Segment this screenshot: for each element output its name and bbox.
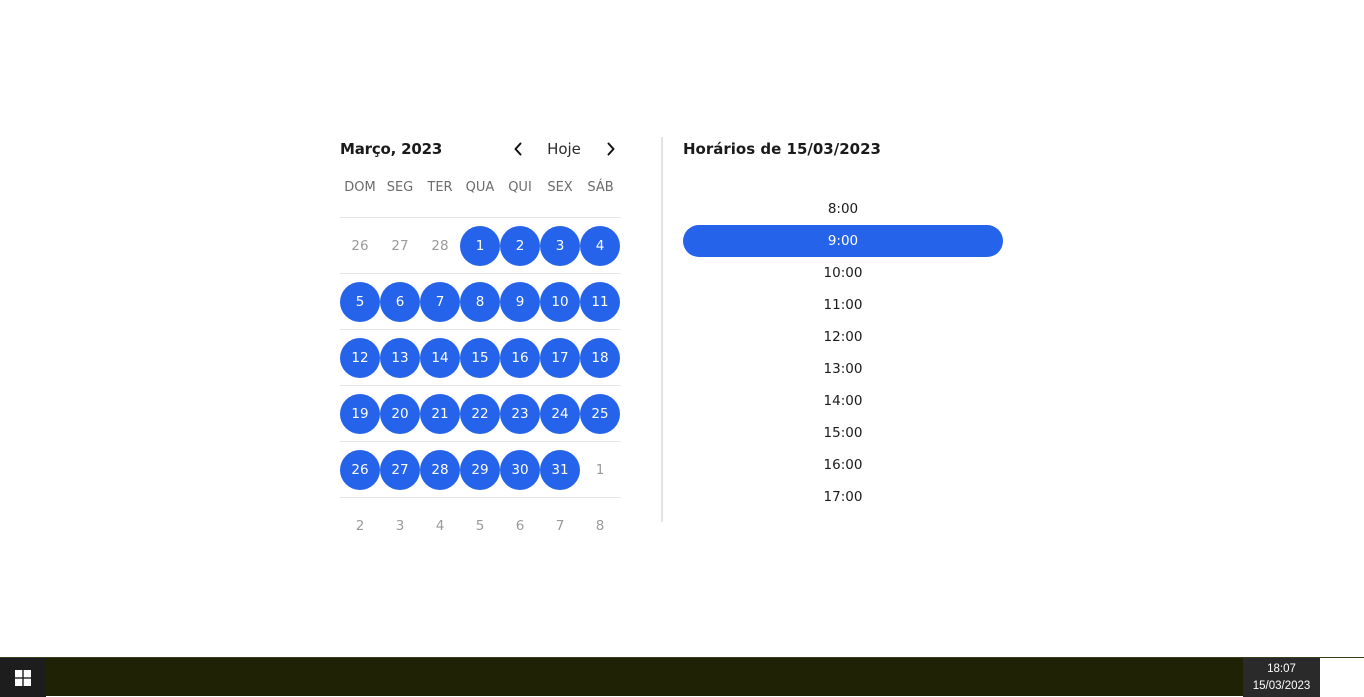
calendar-day-available[interactable]: 25 (580, 393, 620, 434)
weekday-label: QUA (465, 180, 495, 195)
calendar-day-outside: 6 (515, 518, 525, 534)
calendar-day-available[interactable]: 21 (420, 393, 460, 434)
taskbar: 18:07 15/03/2023 (0, 657, 1364, 697)
calendar-day-outside: 26 (351, 237, 369, 254)
time-slot[interactable]: 10:00 (683, 257, 1003, 289)
calendar-week-row: 5 6 7 8 9 10 11 (340, 274, 621, 330)
calendar-day-outside: 1 (595, 461, 605, 478)
chevron-right-icon (607, 142, 615, 156)
calendar-header: Março, 2023 Hoje (340, 130, 621, 170)
calendar-day-available[interactable]: 9 (500, 281, 540, 322)
clock-date: 15/03/2023 (1252, 680, 1311, 692)
start-button[interactable] (0, 658, 46, 697)
calendar-day-available[interactable]: 15 (460, 337, 500, 378)
calendar-day-available[interactable]: 11 (580, 281, 620, 322)
calendar-day-available[interactable]: 6 (380, 281, 420, 322)
calendar-day-available[interactable]: 7 (420, 281, 460, 322)
next-month-button[interactable] (601, 138, 621, 160)
month-title: Março, 2023 (340, 140, 443, 158)
calendar-day-outside: 2 (355, 518, 365, 534)
calendar-day-outside: 27 (391, 237, 409, 254)
calendar-day-available[interactable]: 19 (340, 393, 380, 434)
calendar-day-outside: 8 (595, 518, 605, 534)
taskbar-clock[interactable]: 18:07 15/03/2023 (1243, 658, 1320, 697)
calendar-day-outside: 28 (431, 237, 449, 254)
weekday-label: SEG (386, 180, 414, 195)
calendar-day-available[interactable]: 18 (580, 337, 620, 378)
calendar-day-available[interactable]: 29 (460, 449, 500, 490)
time-slot[interactable]: 17:00 (683, 481, 1003, 513)
weekday-label: DOM (344, 180, 376, 195)
show-desktop-area[interactable] (1320, 658, 1364, 697)
windows-logo-icon (15, 669, 31, 686)
time-slot[interactable]: 14:00 (683, 385, 1003, 417)
calendar-day-available[interactable]: 28 (420, 449, 460, 490)
calendar-day-outside: 3 (395, 518, 405, 534)
calendar-day-available[interactable]: 16 (500, 337, 540, 378)
calendar-day-available[interactable]: 3 (540, 225, 580, 266)
calendar-day-available[interactable]: 22 (460, 393, 500, 434)
time-slot[interactable]: 16:00 (683, 449, 1003, 481)
time-slot[interactable]: 15:00 (683, 417, 1003, 449)
time-slot[interactable]: 8:00 (683, 193, 1003, 225)
calendar-week-row: 26 27 28 29 30 31 1 (340, 442, 621, 498)
calendar-day-available[interactable]: 27 (380, 449, 420, 490)
weekday-label: SEX (547, 180, 573, 195)
calendar-day-available[interactable]: 14 (420, 337, 460, 378)
prev-month-button[interactable] (508, 138, 528, 160)
weekday-header-row: DOM SEG TER QUA QUI SEX SÁB (340, 170, 621, 218)
time-slot[interactable]: 11:00 (683, 289, 1003, 321)
calendar-week-row: 19 20 21 22 23 24 25 (340, 386, 621, 442)
times-title: Horários de 15/03/2023 (683, 140, 881, 158)
panel-divider (661, 137, 663, 522)
weekday-label: SÁB (587, 180, 614, 195)
calendar-day-outside: 7 (555, 518, 565, 534)
calendar-day-available[interactable]: 2 (500, 225, 540, 266)
calendar-day-available[interactable]: 23 (500, 393, 540, 434)
calendar-day-available[interactable]: 1 (460, 225, 500, 266)
calendar-day-available[interactable]: 20 (380, 393, 420, 434)
calendar-day-available[interactable]: 24 (540, 393, 580, 434)
time-slot[interactable]: 12:00 (683, 321, 1003, 353)
clock-time: 18:07 (1267, 663, 1296, 675)
calendar-day-available[interactable]: 5 (340, 281, 380, 322)
calendar-week-row: 2 3 4 5 6 7 8 (340, 498, 621, 554)
calendar-day-available[interactable]: 12 (340, 337, 380, 378)
calendar-day-outside: 4 (435, 518, 445, 534)
weekday-label: QUI (508, 180, 532, 195)
calendar-day-available[interactable]: 30 (500, 449, 540, 490)
time-slot[interactable]: 13:00 (683, 353, 1003, 385)
calendar-day-available[interactable]: 31 (540, 449, 580, 490)
chevron-left-icon (514, 142, 522, 156)
calendar-day-available[interactable]: 4 (580, 225, 620, 266)
calendar-day-available[interactable]: 26 (340, 449, 380, 490)
calendar-day-outside: 5 (475, 518, 485, 534)
calendar-day-available[interactable]: 13 (380, 337, 420, 378)
calendar-week-row: 26 27 28 1 2 3 4 (340, 218, 621, 274)
time-slot-selected[interactable]: 9:00 (683, 225, 1003, 257)
today-button[interactable]: Hoje (536, 140, 592, 158)
calendar: Março, 2023 Hoje DOM SEG TER QUA QUI SEX… (340, 130, 621, 554)
calendar-day-available[interactable]: 8 (460, 281, 500, 322)
weekday-label: TER (427, 180, 453, 195)
calendar-week-row: 12 13 14 15 16 17 18 (340, 330, 621, 386)
calendar-day-available[interactable]: 17 (540, 337, 580, 378)
time-slot-list: 8:00 9:00 10:00 11:00 12:00 13:00 14:00 15:00 16… (683, 193, 1003, 513)
calendar-grid: 26 27 28 1 2 3 4 5 6 7 8 9 10 11 12 13 14 15 16 17 18 19 20 21 2… (340, 218, 621, 554)
calendar-day-available[interactable]: 10 (540, 281, 580, 322)
time-slots-panel: Horários de 15/03/2023 8:00 9:00 10:00 11:0… (683, 130, 1003, 513)
scheduler-page: Março, 2023 Hoje DOM SEG TER QUA QUI SEX… (0, 0, 1364, 657)
